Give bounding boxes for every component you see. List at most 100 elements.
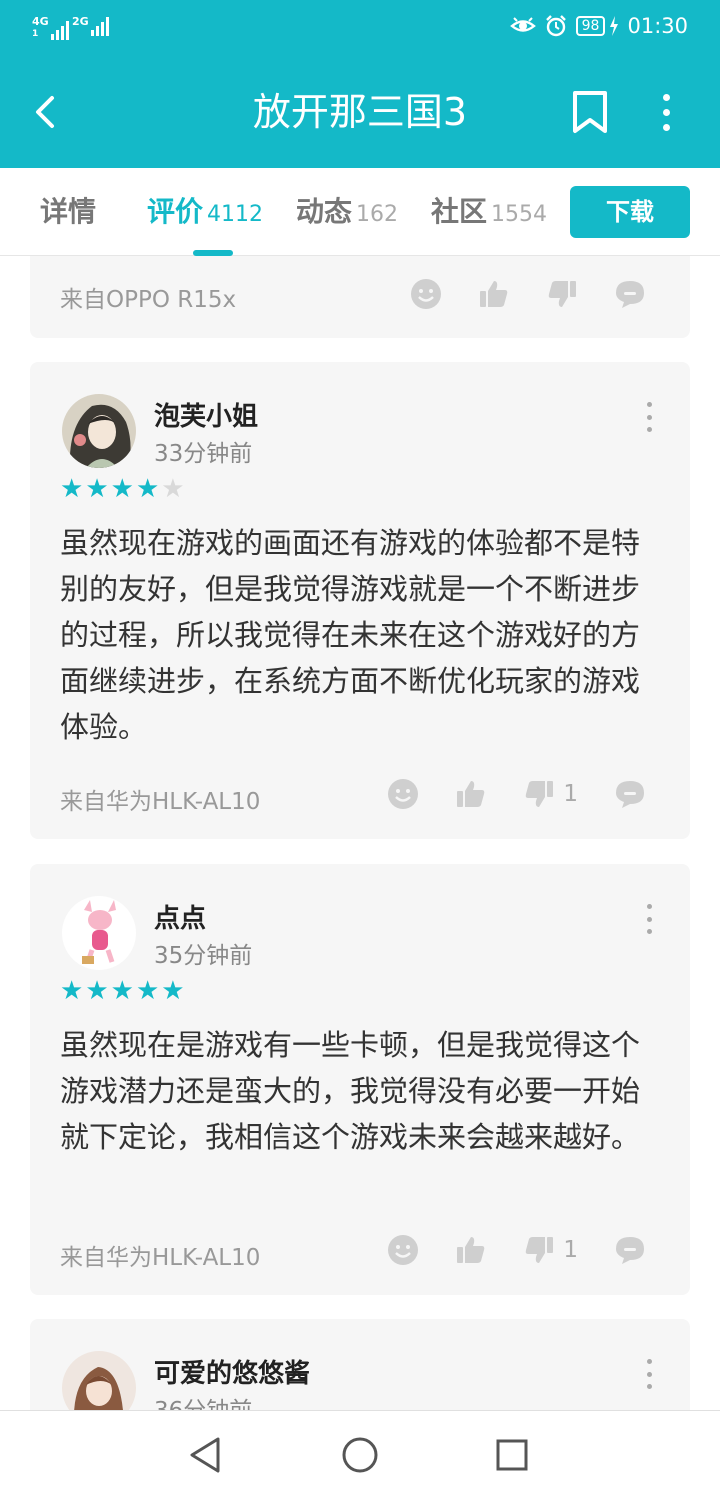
star-filled-icon: ★ — [161, 976, 185, 1006]
star-filled-icon: ★ — [60, 976, 84, 1006]
thumbs-down-icon — [526, 1237, 554, 1263]
star-filled-icon: ★ — [110, 474, 134, 504]
tab-details[interactable]: 详情 — [40, 192, 96, 232]
signal-4g-sub: 1 — [32, 29, 39, 39]
app-header: 放开那三国3 — [0, 56, 720, 168]
tab-community-count: 1554 — [491, 202, 548, 227]
review-text: 虽然现在是游戏有一些卡顿，但是我觉得这个游戏潜力还是蛮大的，我觉得没有必要一开始… — [60, 1028, 641, 1154]
comment-button[interactable] — [614, 1234, 646, 1266]
top-bar: 4G 1 2G 98 01:30 放开那三国3 — [0, 0, 720, 168]
star-filled-icon: ★ — [85, 474, 109, 504]
like-button[interactable] — [478, 278, 510, 310]
tab-activity-label: 动态 — [296, 195, 353, 228]
clock: 01:30 — [627, 14, 688, 38]
tab-community[interactable]: 社区 1554 — [431, 192, 547, 235]
emoji-button[interactable] — [387, 778, 419, 810]
avatar[interactable] — [62, 896, 136, 970]
battery-level: 98 — [581, 18, 600, 34]
rating-stars: ★ ★ ★ ★ ★ — [60, 474, 185, 504]
status-right: 98 01:30 — [509, 14, 688, 38]
nav-recents-icon[interactable] — [490, 1433, 534, 1477]
review-more-icon[interactable] — [644, 402, 654, 432]
dislike-count: 1 — [563, 1237, 578, 1263]
username[interactable]: 泡芙小姐 — [154, 396, 258, 433]
signal-bars-icon — [90, 16, 109, 36]
like-button[interactable] — [455, 778, 487, 810]
star-filled-icon: ★ — [135, 976, 160, 1006]
tab-reviews-label: 评价 — [147, 195, 204, 228]
review-card: 泡芙小姐 33分钟前 ★ ★ ★ ★ ★ 虽然现在游戏的画面还有游戏的体验都不是特别的友… — [30, 362, 690, 839]
dislike-button[interactable]: 1 — [523, 778, 578, 810]
comment-button[interactable] — [614, 278, 646, 310]
status-bar: 4G 1 2G 98 01:30 — [0, 0, 720, 56]
emoji-icon — [388, 1235, 419, 1265]
system-nav-bar — [0, 1410, 720, 1496]
tab-activity-count: 162 — [356, 202, 399, 227]
page-title: 放开那三国3 — [252, 90, 468, 134]
review-time: 35分钟前 — [154, 943, 253, 969]
tab-details-label: 详情 — [40, 195, 97, 228]
review-actions: 1 — [351, 1234, 646, 1266]
review-card-partial: 来自OPPO R15x — [30, 256, 690, 338]
tab-activity[interactable]: 动态 162 — [296, 192, 398, 235]
star-filled-icon: ★ — [135, 474, 160, 504]
thumbs-up-icon — [480, 281, 508, 307]
comment-button[interactable] — [614, 778, 646, 810]
more-icon[interactable] — [644, 86, 688, 138]
star-empty-icon: ★ — [161, 474, 185, 504]
review-time: 36分钟前 — [154, 1391, 252, 1410]
review-time: 33分钟前 — [154, 441, 253, 467]
back-icon[interactable] — [26, 88, 66, 136]
review-text: 虽然现在游戏的画面还有游戏的体验都不是特别的友好，但是我觉得游戏就是一个不断进步… — [60, 526, 641, 744]
eye-icon — [509, 17, 536, 32]
comment-icon — [616, 781, 644, 808]
download-button[interactable]: 下载 — [570, 186, 690, 238]
avatar[interactable] — [62, 1351, 136, 1410]
nav-home-icon[interactable] — [338, 1433, 382, 1477]
like-button[interactable] — [455, 1234, 487, 1266]
emoji-icon — [388, 779, 419, 809]
alarm-icon — [545, 15, 566, 37]
tab-community-label: 社区 — [431, 195, 488, 228]
review-more-icon[interactable] — [644, 1359, 654, 1389]
device-label: 来自华为HLK-AL10 — [60, 1245, 261, 1271]
review-more-icon[interactable] — [644, 904, 654, 934]
signal-bars-icon — [50, 20, 69, 40]
review-card: 可爱的悠悠酱 36分钟前 — [30, 1319, 690, 1410]
emoji-icon — [411, 279, 441, 309]
rating-stars: ★ ★ ★ ★ ★ — [60, 976, 185, 1006]
thumbs-up-icon — [457, 1237, 485, 1263]
review-actions: 1 — [351, 778, 646, 810]
tab-reviews[interactable]: 评价 4112 — [147, 192, 263, 235]
thumbs-down-icon — [548, 281, 576, 307]
nav-back-icon[interactable] — [184, 1433, 228, 1477]
charging-icon — [610, 16, 619, 36]
battery-icon: 98 — [575, 16, 606, 36]
dislike-count: 1 — [563, 781, 578, 807]
star-filled-icon: ★ — [85, 976, 109, 1006]
device-label: 来自OPPO R15x — [60, 287, 237, 313]
dislike-button[interactable]: 1 — [523, 1234, 578, 1266]
tab-bar: 详情 评价 4112 动态 162 社区 1554 下载 — [0, 168, 720, 256]
dislike-button[interactable] — [546, 278, 578, 310]
signal-2g: 2G — [72, 16, 109, 36]
avatar[interactable] — [62, 394, 136, 468]
bookmark-icon[interactable] — [568, 86, 612, 138]
username[interactable]: 点点 — [154, 898, 206, 935]
tab-reviews-count: 4112 — [207, 202, 264, 227]
thumbs-down-icon — [526, 781, 554, 807]
comment-icon — [616, 281, 644, 308]
star-filled-icon: ★ — [60, 474, 84, 504]
emoji-button[interactable] — [410, 278, 442, 310]
signal-2g-label: 2G — [72, 15, 89, 28]
username[interactable]: 可爱的悠悠酱 — [154, 1353, 310, 1390]
emoji-button[interactable] — [387, 1234, 419, 1266]
review-actions — [374, 278, 646, 310]
star-filled-icon: ★ — [110, 976, 134, 1006]
signal-4g-label: 4G — [32, 15, 49, 28]
comment-icon — [616, 1237, 644, 1264]
thumbs-up-icon — [457, 781, 485, 807]
device-label: 来自华为HLK-AL10 — [60, 789, 261, 815]
signal-4g: 4G 1 — [32, 16, 69, 40]
review-card: 点点 35分钟前 ★ ★ ★ ★ ★ 虽然现在是游戏有一些卡顿，但是我觉得这个游戏潜力还… — [30, 864, 690, 1295]
